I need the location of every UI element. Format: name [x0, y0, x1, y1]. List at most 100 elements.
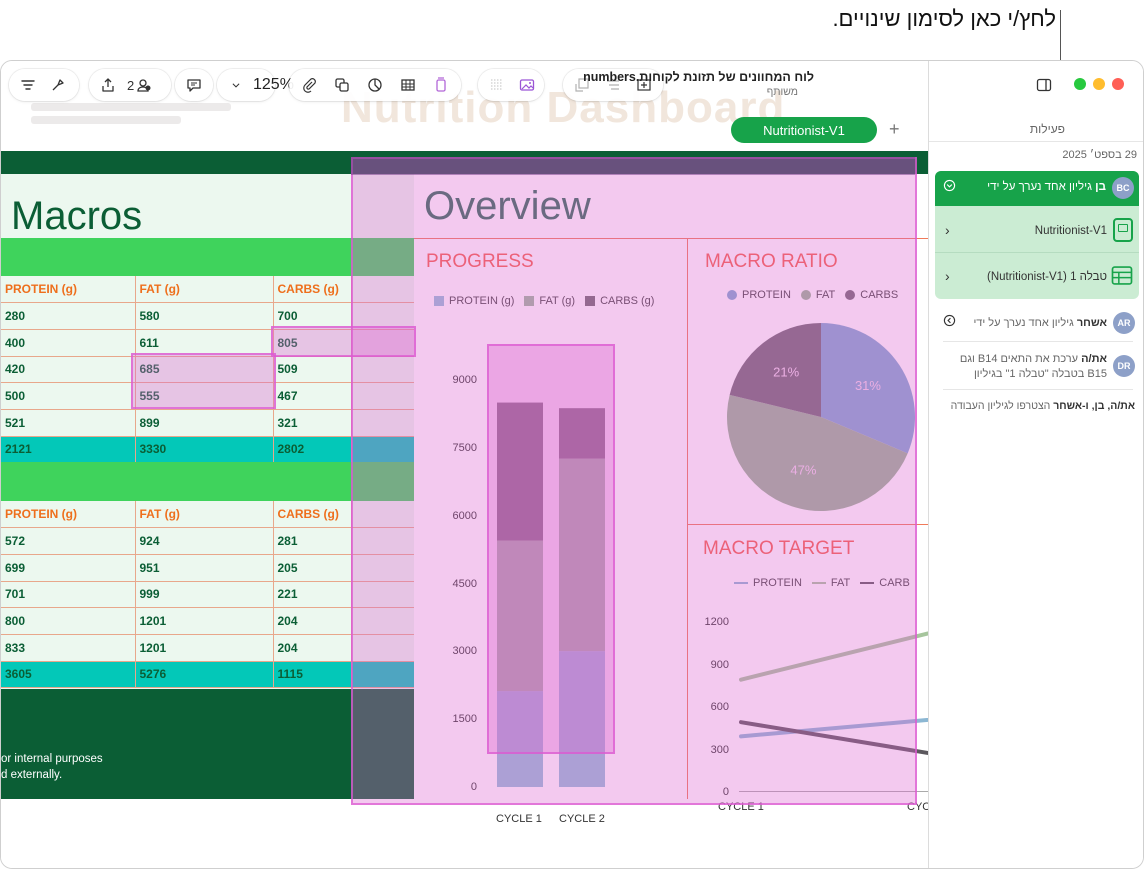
toolbar-group-insert: [289, 69, 461, 101]
table-cell[interactable]: 899: [135, 409, 274, 437]
avatar: BC: [1112, 177, 1134, 199]
activity-text: בן גיליון אחד נערך על ידי: [987, 181, 1106, 193]
highlight-overview[interactable]: [351, 157, 917, 805]
table-cell[interactable]: FAT (g): [135, 501, 274, 529]
zoom-level[interactable]: 125%: [253, 76, 294, 94]
sheet-canvas: Macros PROTEIN (g) FAT (g) CARBS (g) 280 580…: [1, 151, 928, 825]
sub-item-table-label: טבלה 1 (Nutritionist-V1): [986, 271, 1107, 283]
highlight-cell-c2[interactable]: [271, 326, 416, 357]
table-icon[interactable]: [395, 72, 421, 98]
table-cell[interactable]: 5276: [135, 661, 274, 689]
sidebar-toggle-icon[interactable]: [1029, 71, 1059, 99]
table-cell[interactable]: 420: [1, 356, 136, 384]
toolbar-group-view: [9, 69, 79, 101]
table-cell[interactable]: 2802: [273, 436, 352, 464]
table-cell[interactable]: 3330: [135, 436, 274, 464]
numbers-window: Nutrition Dashboard 2 125% לוח המחוונים …: [0, 60, 1144, 869]
activity-sidebar: פעילות 29 בספט׳ 2025 BC בן גיליון אחד נע…: [928, 61, 1143, 868]
activity-author: אשחר: [1076, 317, 1107, 329]
activity-item-header[interactable]: BC בן גיליון אחד נערך על ידי: [935, 171, 1139, 206]
table-cell[interactable]: 800: [1, 607, 136, 635]
macros-title: Macros: [11, 194, 143, 238]
table-cell[interactable]: 204: [273, 634, 352, 662]
sub-item-sheet-label: Nutritionist-V1: [1034, 225, 1107, 237]
spreadsheet-area: Nutrition Dashboard 2 125% לוח המחוונים …: [1, 61, 928, 868]
table-cell[interactable]: 204: [273, 607, 352, 635]
table-cell[interactable]: 205: [273, 554, 352, 582]
zoom-window-button[interactable]: [1074, 78, 1086, 90]
chevron-left-icon[interactable]: ‹: [945, 222, 950, 238]
table-cell[interactable]: 467: [273, 382, 352, 410]
highlight-top-band: [351, 157, 915, 175]
activity-text: אשחר גיליון אחד נערך על ידי: [973, 317, 1107, 329]
callout-text: לחץ/י כאן לסימון שינויים.: [832, 6, 1056, 31]
activity-author: בן: [1095, 181, 1106, 193]
chart-icon[interactable]: [362, 72, 388, 98]
view-menu-icon[interactable]: [15, 72, 41, 98]
table-cell[interactable]: 924: [135, 527, 274, 555]
table-cell[interactable]: 509: [273, 356, 352, 384]
close-window-button[interactable]: [1112, 78, 1124, 90]
table-cell[interactable]: 999: [135, 581, 274, 609]
shape-icon[interactable]: [329, 72, 355, 98]
comment-icon[interactable]: [181, 72, 207, 98]
table-cell[interactable]: PROTEIN (g): [1, 276, 136, 304]
table-cell[interactable]: 2121: [1, 436, 136, 464]
table-cell[interactable]: 572: [1, 527, 136, 555]
table-cell[interactable]: FAT (g): [135, 276, 274, 304]
table-cell[interactable]: 580: [135, 302, 274, 330]
x-label-cycle-1: CYCLE 1: [496, 813, 542, 825]
minimize-window-button[interactable]: [1093, 78, 1105, 90]
toolbar-group-comment: [175, 69, 213, 101]
collaborate-button[interactable]: 2: [125, 72, 152, 98]
table-cell[interactable]: 281: [273, 527, 352, 555]
grid-icon[interactable]: [484, 72, 510, 98]
sheet-tab-bar: Nutritionist-V1 +: [1, 113, 928, 149]
zoom-control[interactable]: 125%: [217, 69, 294, 101]
expand-icon[interactable]: [943, 314, 956, 330]
table-cell[interactable]: 701: [1, 581, 136, 609]
toolbar-group-media: [478, 69, 544, 101]
text-icon[interactable]: [428, 72, 454, 98]
joined-text: את/ה, בן, ו-אשחר הצטרפו לגיליון העבודה: [951, 400, 1135, 412]
table-cell[interactable]: 221: [273, 581, 352, 609]
collapse-icon[interactable]: [943, 179, 956, 195]
table-cell[interactable]: 699: [1, 554, 136, 582]
table-cell[interactable]: 951: [135, 554, 274, 582]
item-divider: [943, 389, 1133, 390]
table-cell[interactable]: 833: [1, 634, 136, 662]
zoom-chevron-icon[interactable]: [223, 72, 249, 98]
table-cell[interactable]: 521: [1, 409, 136, 437]
table-cell[interactable]: 280: [1, 302, 136, 330]
table-cell[interactable]: CARBS (g): [273, 501, 352, 529]
table-cell[interactable]: 1115: [273, 661, 352, 689]
sidebar-divider: [929, 141, 1143, 142]
collab-count: 2: [127, 77, 135, 93]
add-sheet-button[interactable]: +: [889, 119, 900, 140]
table-cell[interactable]: 321: [273, 409, 352, 437]
activity-description: ערכת את התאים B14 וגם: [959, 353, 1079, 365]
activity-description: גיליון אחד נערך על ידי: [973, 317, 1074, 329]
tab-nutritionist-v1[interactable]: Nutritionist-V1: [731, 117, 877, 143]
table-cell[interactable]: 500: [1, 382, 136, 410]
collaborate-icon: [137, 79, 151, 92]
activity-text: את/ה ערכת את התאים B14 וגם: [960, 353, 1107, 365]
attach-icon[interactable]: [296, 72, 322, 98]
highlight-cells-b3-b4[interactable]: [131, 353, 276, 409]
table-cell[interactable]: CARBS (g): [273, 276, 352, 304]
media-icon[interactable]: [514, 72, 540, 98]
callout: לחץ/י כאן לסימון שינויים.: [0, 0, 1144, 178]
footnote-line-2: d externally.: [1, 769, 63, 781]
share-icon[interactable]: [95, 72, 121, 98]
chevron-left-icon[interactable]: ‹: [945, 268, 950, 284]
format-brush-icon[interactable]: [45, 72, 71, 98]
activity-item-active[interactable]: BC בן גיליון אחד נערך על ידי Nutritionis…: [935, 171, 1139, 299]
table-cell[interactable]: 3605: [1, 661, 136, 689]
table-cell[interactable]: 1201: [135, 634, 274, 662]
table-cell[interactable]: PROTEIN (g): [1, 501, 136, 529]
table-cell[interactable]: 400: [1, 329, 136, 357]
footnote-line-1: or internal purposes: [1, 753, 103, 765]
highlight-progress-bars[interactable]: [487, 344, 615, 754]
table-cell[interactable]: 1201: [135, 607, 274, 635]
item-divider: [943, 341, 1133, 342]
